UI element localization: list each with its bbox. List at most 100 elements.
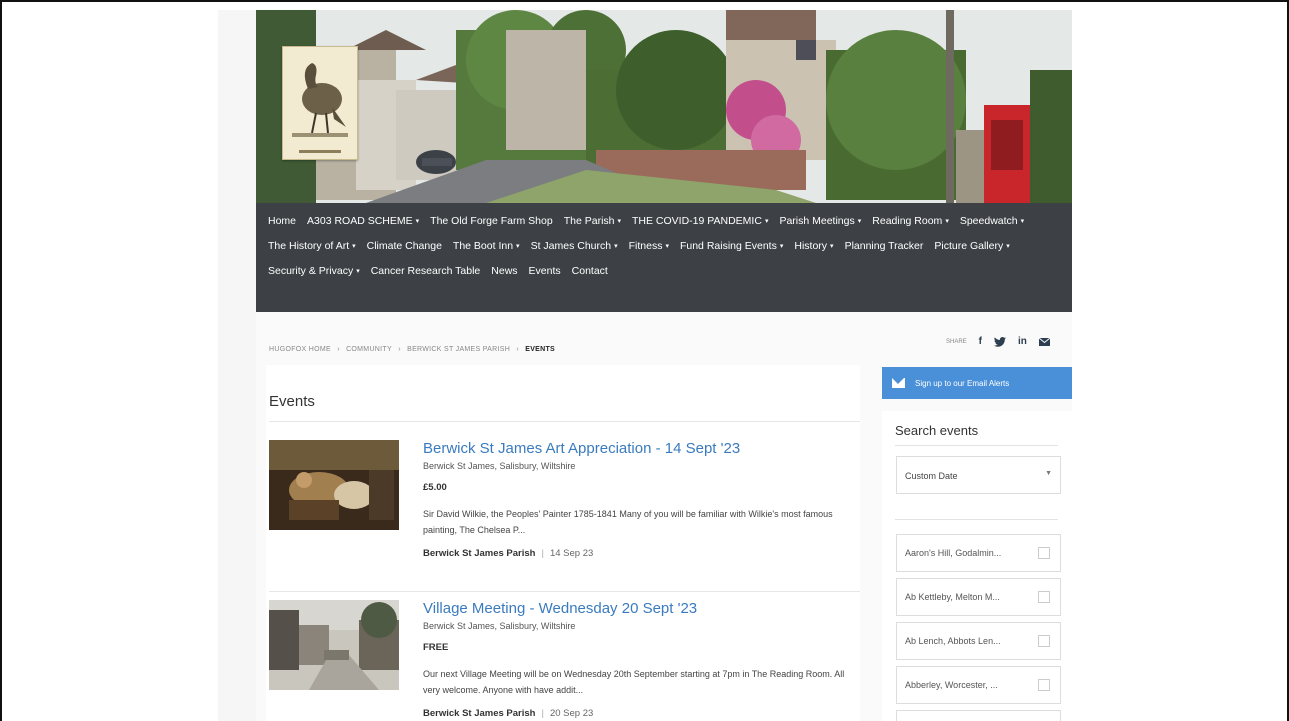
- caret-down-icon: ▾: [830, 243, 834, 250]
- facebook-icon[interactable]: f: [979, 336, 982, 347]
- breadcrumb-parish[interactable]: BERWICK ST JAMES PARISH: [407, 346, 510, 353]
- nav-item-the-history-of-art[interactable]: The History of Art ▾: [268, 234, 356, 259]
- breadcrumb-community[interactable]: COMMUNITY: [346, 346, 392, 353]
- location-checkbox[interactable]: [1038, 679, 1050, 691]
- nav-item-label: Security & Privacy: [268, 265, 354, 277]
- nav-item-label: History: [794, 240, 828, 252]
- nav-item-the-boot-inn[interactable]: The Boot Inn ▾: [453, 234, 520, 259]
- location-filter-label: Ab Lench, Abbots Len...: [905, 636, 1001, 646]
- nav-item-events[interactable]: Events: [529, 259, 561, 284]
- location-filter-item[interactable]: Ab Kettleby, Melton M...: [896, 578, 1061, 616]
- event-organiser[interactable]: Berwick St James Parish: [423, 708, 535, 719]
- nav-item-label: Planning Tracker: [844, 240, 924, 252]
- search-heading: Search events: [895, 423, 979, 438]
- location-checkbox[interactable]: [1038, 635, 1050, 647]
- location-checkbox[interactable]: [1038, 547, 1050, 559]
- event-thumbnail[interactable]: [269, 440, 399, 530]
- email-alerts-label: Sign up to our Email Alerts: [915, 378, 1010, 388]
- nav-item-label: The Old Forge Farm Shop: [430, 215, 553, 227]
- nav-item-label: THE COVID-19 PANDEMIC: [632, 215, 762, 227]
- nav-item-st-james-church[interactable]: St James Church ▾: [531, 234, 618, 259]
- event-meta: Berwick St James Parish | 20 Sep 23: [423, 708, 593, 719]
- nav-item-home[interactable]: Home: [268, 209, 296, 234]
- parish-logo[interactable]: [282, 46, 358, 160]
- page-title: Events: [269, 393, 315, 410]
- nav-item-the-old-forge-farm-shop[interactable]: The Old Forge Farm Shop: [430, 209, 553, 234]
- nav-item-label: Events: [528, 265, 561, 277]
- location-filter-label: Ab Kettleby, Melton M...: [905, 592, 1000, 602]
- nav-item-news[interactable]: News: [491, 259, 517, 284]
- location-filter-label: Aaron's Hill, Godalmin...: [905, 548, 1002, 558]
- logo-caption-line: [299, 150, 341, 153]
- email-alerts-button[interactable]: Sign up to our Email Alerts: [882, 367, 1072, 399]
- nav-item-reading-room[interactable]: Reading Room ▾: [872, 209, 949, 234]
- caret-down-icon: ▾: [516, 243, 520, 250]
- linkedin-icon[interactable]: in: [1018, 336, 1027, 347]
- event-organiser[interactable]: Berwick St James Parish: [423, 548, 535, 559]
- nav-item-label: The Parish: [563, 215, 615, 227]
- breadcrumb-home[interactable]: HUGOFOX HOME: [269, 346, 331, 353]
- event-date: 20 Sep 23: [549, 708, 594, 719]
- nav-item-label: Cancer Research Table: [370, 265, 481, 277]
- nav-item-speedwatch[interactable]: Speedwatch ▾: [960, 209, 1024, 234]
- caret-down-icon: ▾: [352, 243, 356, 250]
- nav-item-fitness[interactable]: Fitness ▾: [629, 234, 669, 259]
- email-share-icon[interactable]: [1038, 337, 1050, 346]
- breadcrumb: HUGOFOX HOME › COMMUNITY › BERWICK ST JA…: [269, 346, 559, 353]
- divider: [895, 519, 1058, 520]
- nav-item-history[interactable]: History ▾: [794, 234, 833, 259]
- events-list-panel: Events Berwick St James Art Appreciation…: [266, 365, 860, 721]
- event-title[interactable]: Berwick St James Art Appreciation - 14 S…: [423, 440, 740, 457]
- chevron-down-icon: ▼: [1045, 470, 1052, 477]
- nav-item-label: Picture Gallery: [934, 240, 1004, 252]
- nav-item-security-privacy[interactable]: Security & Privacy ▾: [268, 259, 360, 284]
- location-filter-item[interactable]: Ab Lench, Abbots Len...: [896, 622, 1061, 660]
- caret-down-icon: ▾: [1020, 218, 1025, 225]
- breadcrumb-current: EVENTS: [525, 346, 556, 353]
- location-filter-item[interactable]: Abberton, Colchester, ...: [896, 710, 1061, 721]
- nav-item-the-parish[interactable]: The Parish ▾: [564, 209, 621, 234]
- nav-item-label: Climate Change: [366, 240, 442, 252]
- event-meta: Berwick St James Parish | 14 Sep 23: [423, 548, 593, 559]
- village-street-photo: [256, 10, 1072, 203]
- event-price: £5.00: [423, 482, 447, 493]
- nav-item-picture-gallery[interactable]: Picture Gallery ▾: [934, 234, 1009, 259]
- nav-item-a303-road-scheme[interactable]: A303 ROAD SCHEME ▾: [307, 209, 419, 234]
- event-thumbnail[interactable]: [269, 600, 399, 690]
- location-checkbox[interactable]: [1038, 591, 1050, 603]
- nav-item-contact[interactable]: Contact: [572, 259, 608, 284]
- event-title[interactable]: Village Meeting - Wednesday 20 Sept '23: [423, 600, 697, 617]
- location-filter-item[interactable]: Abberley, Worcester, ...: [896, 666, 1061, 704]
- caret-down-icon: ▾: [617, 218, 622, 225]
- nav-item-climate-change[interactable]: Climate Change: [367, 234, 442, 259]
- nav-item-label: Speedwatch: [959, 215, 1018, 227]
- date-filter-select[interactable]: Custom Date ▼: [896, 456, 1061, 494]
- meta-separator: |: [541, 548, 544, 559]
- nav-item-label: Home: [268, 215, 297, 227]
- nav-item-parish-meetings[interactable]: Parish Meetings ▾: [779, 209, 861, 234]
- painting-thumbnail: [269, 440, 399, 530]
- event-date: 14 Sep 23: [549, 548, 594, 559]
- search-events-sidebar: Search events Custom Date ▼ Aaron's Hill…: [882, 411, 1072, 721]
- nav-item-label: St James Church: [530, 240, 612, 252]
- twitter-icon[interactable]: [994, 336, 1007, 347]
- nav-item-cancer-research-table[interactable]: Cancer Research Table: [371, 259, 481, 284]
- village-photo-thumbnail: [269, 600, 399, 690]
- nav-list: Home A303 ROAD SCHEME ▾ The Old Forge Farm …: [268, 209, 1060, 284]
- breadcrumb-separator: ›: [516, 346, 519, 353]
- caret-down-icon: ▾: [356, 268, 360, 275]
- nav-item-label: The Boot Inn: [452, 240, 514, 252]
- share-label: SHARE: [946, 338, 967, 345]
- nav-item-fund-raising-events[interactable]: Fund Raising Events ▾: [680, 234, 783, 259]
- caret-down-icon: ▾: [764, 218, 769, 225]
- nav-item-the-covid-19-pandemic[interactable]: THE COVID-19 PANDEMIC ▾: [632, 209, 768, 234]
- event-location: Berwick St James, Salisbury, Wiltshire: [423, 621, 576, 631]
- date-filter-value: Custom Date: [905, 471, 958, 481]
- divider: [269, 421, 860, 422]
- nav-item-label: A303 ROAD SCHEME: [307, 215, 413, 227]
- location-filter-item[interactable]: Aaron's Hill, Godalmin...: [896, 534, 1061, 572]
- bustard-bird-illustration: [288, 53, 352, 145]
- location-filter-label: Abberley, Worcester, ...: [905, 680, 998, 690]
- nav-item-planning-tracker[interactable]: Planning Tracker: [845, 234, 924, 259]
- event-price: FREE: [423, 642, 449, 653]
